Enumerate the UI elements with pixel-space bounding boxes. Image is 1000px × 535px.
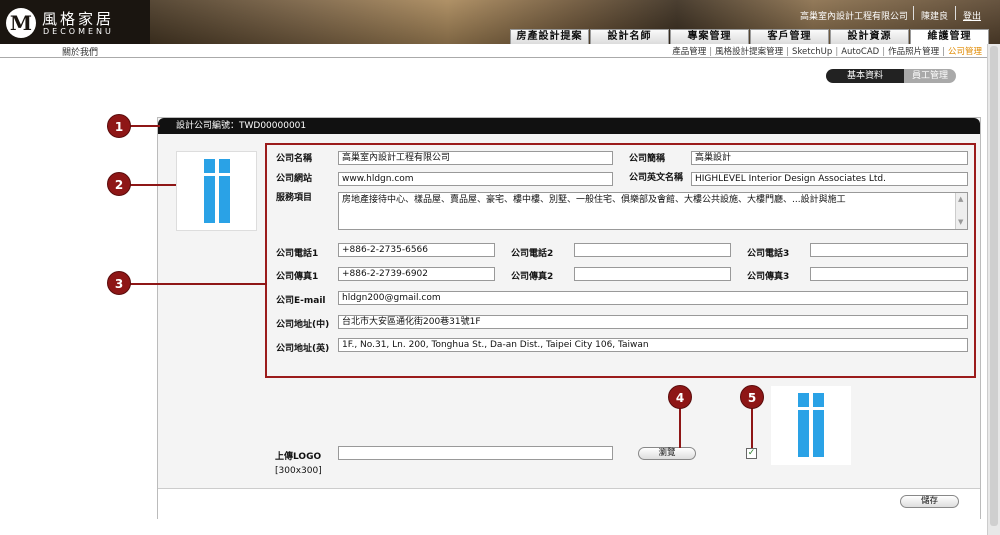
uploaded-logo-preview xyxy=(771,386,851,465)
company-logo-preview xyxy=(176,151,257,231)
callout-badge-3: 3 xyxy=(107,271,131,295)
fax3-field[interactable] xyxy=(810,267,968,281)
subnav-autocad[interactable]: AutoCAD xyxy=(841,47,879,57)
company-english-name-label: 公司英文名稱 xyxy=(629,173,684,183)
callout-line xyxy=(130,125,160,127)
sub-navigation: 產品管理 | 風格設計提案管理 | SketchUp | AutoCAD | 作品照片管理 | 公司… xyxy=(672,47,982,57)
company-short-name-field[interactable]: 高巢設計 xyxy=(691,151,968,165)
site-logo[interactable]: M 風格家居 DECOMENU xyxy=(6,6,146,40)
callout-badge-1: 1 xyxy=(107,114,131,138)
phone1-field[interactable]: +886-2-2735-6566 xyxy=(338,243,495,257)
tab-basic-info[interactable]: 基本資料 xyxy=(826,69,904,83)
main-tabs: 房產設計提案 設計名師 專案管理 客戶管理 設計資源 維護管理 xyxy=(510,29,990,44)
scrollbar-thumb[interactable] xyxy=(990,46,998,526)
logo-chinese-text: 風格家居 xyxy=(42,10,115,28)
subnav-company-management[interactable]: 公司管理 xyxy=(948,47,982,57)
callout-badge-5: 5 xyxy=(740,385,764,409)
services-text: 房地產接待中心、樣品屋、賣品屋、豪宅、樓中樓、別墅、一般住宅、俱樂部及會館、大樓… xyxy=(342,195,846,205)
callout-badge-4: 4 xyxy=(668,385,692,409)
about-us-link[interactable]: 關於我們 xyxy=(62,45,98,58)
logout-link[interactable]: 登出 xyxy=(963,9,981,22)
company-name-display: 高巢室內設計工程有限公司 xyxy=(800,12,909,22)
callout-line xyxy=(751,408,753,448)
phone1-label: 公司電話1 xyxy=(276,249,319,259)
address-english-label: 公司地址(英) xyxy=(276,344,330,354)
fax3-label: 公司傳真3 xyxy=(747,272,790,282)
upload-logo-label: 上傳LOGO xyxy=(275,452,322,462)
company-short-name-label: 公司簡稱 xyxy=(629,154,666,164)
browse-button[interactable]: 瀏覽 xyxy=(638,447,696,460)
callout-line xyxy=(130,283,267,285)
tab-staff-management[interactable]: 員工管理 xyxy=(904,69,956,83)
sub-navigation-bar: 關於我們 產品管理 | 風格設計提案管理 | SketchUp | AutoCAD | 作品照片… xyxy=(0,44,990,58)
divider xyxy=(955,6,956,20)
address-chinese-field[interactable]: 台北市大安區通化街200巷31號1F xyxy=(338,315,968,329)
callout-line xyxy=(679,408,681,448)
logo-english-text: DECOMENU xyxy=(43,27,114,36)
panel-footer xyxy=(158,488,980,519)
services-textarea[interactable]: 房地產接待中心、樣品屋、賣品屋、豪宅、樓中樓、別墅、一般住宅、俱樂部及會館、大樓… xyxy=(338,192,968,230)
use-logo-checkbox[interactable]: ✓ xyxy=(746,448,757,459)
email-field[interactable]: hldgn200@gmail.com xyxy=(338,291,968,305)
company-website-label: 公司網站 xyxy=(276,174,313,184)
user-name-display: 陳建良 xyxy=(921,12,949,22)
phone3-label: 公司電話3 xyxy=(747,249,790,259)
uploaded-logo-icon xyxy=(798,393,824,457)
company-english-name-field[interactable]: HIGHLEVEL Interior Design Associates Ltd… xyxy=(691,172,968,186)
subnav-portfolio-photos[interactable]: 作品照片管理 xyxy=(888,47,939,57)
tab-customers[interactable]: 客戶管理 xyxy=(750,29,829,44)
subnav-products[interactable]: 產品管理 xyxy=(672,47,706,57)
company-logo-icon xyxy=(204,159,230,223)
subnav-sketchup[interactable]: SketchUp xyxy=(792,47,832,57)
fax1-label: 公司傳真1 xyxy=(276,272,319,282)
company-website-field[interactable]: www.hldgn.com xyxy=(338,172,613,186)
tab-resources[interactable]: 設計資源 xyxy=(830,29,909,44)
app-header: M 風格家居 DECOMENU 高巢室內設計工程有限公司 陳建良 登出 房產設計… xyxy=(0,0,1000,44)
services-label: 服務項目 xyxy=(276,193,313,203)
company-name-field[interactable]: 高巢室內設計工程有限公司 xyxy=(338,151,613,165)
fax2-field[interactable] xyxy=(574,267,731,281)
save-button[interactable]: 儲存 xyxy=(900,495,959,508)
upload-size-hint: [300x300] xyxy=(275,466,322,476)
section-tabs: 基本資料 員工管理 xyxy=(826,69,956,83)
tab-designers[interactable]: 設計名師 xyxy=(590,29,669,44)
tab-proposals[interactable]: 房產設計提案 xyxy=(510,29,589,44)
address-chinese-label: 公司地址(中) xyxy=(276,320,330,330)
panel-title: 設計公司編號：TWD00000001 xyxy=(158,118,980,134)
textarea-scrollbar[interactable] xyxy=(955,193,967,229)
fax2-label: 公司傳真2 xyxy=(511,272,554,282)
callout-badge-2: 2 xyxy=(107,172,131,196)
page-scrollbar[interactable] xyxy=(987,44,1000,535)
phone3-field[interactable] xyxy=(810,243,968,257)
fax1-field[interactable]: +886-2-2739-6902 xyxy=(338,267,495,281)
callout-line xyxy=(130,184,176,186)
subnav-style-proposals[interactable]: 風格設計提案管理 xyxy=(715,47,783,57)
tab-projects[interactable]: 專案管理 xyxy=(670,29,749,44)
upload-file-path-field[interactable] xyxy=(338,446,613,460)
phone2-field[interactable] xyxy=(574,243,731,257)
phone2-label: 公司電話2 xyxy=(511,249,554,259)
company-name-label: 公司名稱 xyxy=(276,154,313,164)
address-english-field[interactable]: 1F., No.31, Ln. 200, Tonghua St., Da-an … xyxy=(338,338,968,352)
tab-maintenance[interactable]: 維護管理 xyxy=(910,29,989,44)
email-label: 公司E-mail xyxy=(276,296,326,306)
divider xyxy=(913,6,914,20)
logo-mark-icon: M xyxy=(6,8,36,38)
